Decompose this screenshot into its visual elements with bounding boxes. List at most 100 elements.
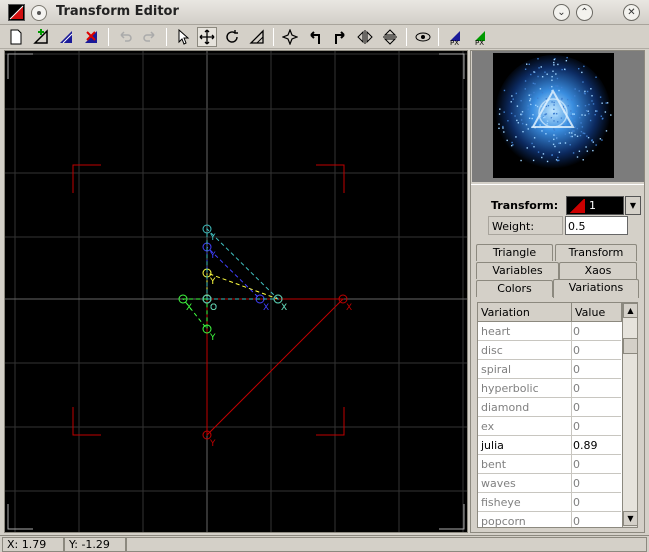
duplicate-transform-icon[interactable]: [56, 27, 76, 47]
transform-triangle-5[interactable]: O X Y: [202, 224, 287, 313]
preview-speck: [503, 131, 505, 133]
preview-speck: [541, 91, 544, 94]
preview-speck: [544, 113, 546, 116]
preview-speck: [581, 126, 584, 128]
window-menu-icon[interactable]: [31, 5, 47, 21]
tab-variations[interactable]: Variations: [553, 279, 639, 298]
tab-variables[interactable]: Variables: [476, 262, 559, 279]
preview-speck: [548, 140, 550, 142]
preview-speck: [556, 137, 558, 140]
column-header-value[interactable]: Value: [572, 303, 622, 322]
variation-row-spiral[interactable]: spiral 0: [478, 360, 621, 379]
vertex-label-x: X: [186, 303, 192, 313]
preview-speck: [545, 133, 547, 135]
preview-speck: [530, 94, 532, 96]
variation-value[interactable]: 0: [573, 420, 580, 433]
preview-speck: [564, 68, 566, 70]
preview-icon[interactable]: [413, 27, 433, 47]
variation-row-heart[interactable]: heart 0: [478, 322, 621, 341]
preview-speck: [585, 146, 587, 148]
variation-row-fisheye[interactable]: fisheye 0: [478, 493, 621, 512]
variation-value[interactable]: 0: [573, 477, 580, 490]
variation-row-julia[interactable]: julia 0.89: [478, 436, 621, 455]
preview-speck: [520, 159, 522, 162]
preview-speck: [524, 68, 527, 70]
variation-row-popcorn[interactable]: popcorn 0: [478, 512, 621, 527]
variation-value[interactable]: 0: [573, 401, 580, 414]
flip-vertical-icon[interactable]: [380, 27, 400, 47]
preview-speck: [587, 136, 590, 139]
vertical-scrollbar[interactable]: ▲ ▼: [622, 303, 637, 527]
post-transform-icon[interactable]: PX: [446, 27, 466, 47]
variation-value[interactable]: 0: [573, 496, 580, 509]
rotate-right-icon[interactable]: [330, 27, 350, 47]
preview-speck: [556, 77, 559, 80]
preview-speck: [525, 123, 528, 126]
variation-row-ex[interactable]: ex 0: [478, 417, 621, 436]
status-bar: X: 1.79 Y: -1.29: [0, 535, 649, 552]
rotate-icon[interactable]: [222, 27, 242, 47]
scroll-thumb[interactable]: [623, 338, 637, 354]
preview-image: [495, 55, 612, 171]
variation-value[interactable]: 0: [573, 382, 580, 395]
tab-transform[interactable]: Transform: [555, 244, 637, 261]
delete-transform-icon[interactable]: [81, 27, 101, 47]
transform-triangles[interactable]: O XYO XYOXYO XYO XY: [178, 224, 352, 449]
weight-field[interactable]: [565, 216, 628, 235]
new-icon[interactable]: [6, 27, 26, 47]
preview-speck: [529, 98, 532, 100]
variation-name: heart: [481, 325, 511, 338]
undo-icon[interactable]: [115, 27, 135, 47]
scale-icon[interactable]: [247, 27, 267, 47]
select-icon[interactable]: [173, 27, 193, 47]
preview-speck: [580, 122, 582, 124]
preview-speck: [537, 75, 539, 78]
add-transform-icon[interactable]: [31, 27, 51, 47]
minimize-icon[interactable]: ⌄: [553, 4, 570, 21]
flip-horizontal-icon[interactable]: [355, 27, 375, 47]
tab-colors[interactable]: Colors: [476, 280, 553, 297]
variation-row-hyperbolic[interactable]: hyperbolic 0: [478, 379, 621, 398]
column-header-variation[interactable]: Variation: [478, 303, 572, 322]
variation-row-disc[interactable]: disc 0: [478, 341, 621, 360]
preview-speck: [527, 128, 529, 130]
preview-speck: [572, 152, 575, 154]
preview-speck: [526, 147, 528, 149]
preview-speck: [586, 90, 589, 93]
transform-editor-view[interactable]: O XYO XYOXYO XYO XY: [5, 51, 467, 532]
variation-value[interactable]: 0: [573, 515, 580, 527]
flip-center-icon[interactable]: [280, 27, 300, 47]
preview-speck: [502, 125, 504, 128]
chevron-down-icon[interactable]: ▼: [625, 196, 641, 215]
transform-canvas[interactable]: OXYOXYOXYOXYOXY: [4, 50, 468, 533]
variation-value[interactable]: 0: [573, 458, 580, 471]
scroll-up-icon[interactable]: ▲: [623, 303, 637, 318]
weight-label: Weight:: [488, 216, 563, 235]
variation-row-waves[interactable]: waves 0: [478, 474, 621, 493]
maximize-icon[interactable]: ⌃: [576, 4, 593, 21]
variation-value[interactable]: 0: [573, 325, 580, 338]
variations-grid[interactable]: Variation Value heart 0 disc 0 spiral 0 hyperb…: [477, 302, 638, 528]
variation-row-bent[interactable]: bent 0: [478, 455, 621, 474]
variation-value[interactable]: 0: [573, 363, 580, 376]
post-transform-alt-icon[interactable]: PX: [471, 27, 491, 47]
redo-icon[interactable]: [140, 27, 160, 47]
scroll-down-icon[interactable]: ▼: [623, 511, 637, 526]
tab-triangle[interactable]: Triangle: [476, 244, 553, 261]
preview-speck: [576, 105, 579, 107]
preview-speck: [558, 142, 560, 144]
transform-select[interactable]: 1: [566, 196, 624, 215]
tab-xaos[interactable]: Xaos: [559, 262, 637, 279]
variation-value[interactable]: 0: [573, 344, 580, 357]
transform-triangle-1[interactable]: O X Y: [202, 294, 352, 449]
triangle-edges: [206, 272, 279, 300]
variation-value[interactable]: 0.89: [573, 439, 598, 452]
preview-speck: [511, 141, 513, 144]
preview-speck: [502, 127, 504, 129]
close-icon[interactable]: ✕: [623, 4, 640, 21]
rotate-left-icon[interactable]: [305, 27, 325, 47]
variation-row-diamond[interactable]: diamond 0: [478, 398, 621, 417]
move-icon[interactable]: [197, 27, 217, 47]
preview-speck: [545, 98, 548, 100]
preview-speck: [574, 126, 576, 128]
